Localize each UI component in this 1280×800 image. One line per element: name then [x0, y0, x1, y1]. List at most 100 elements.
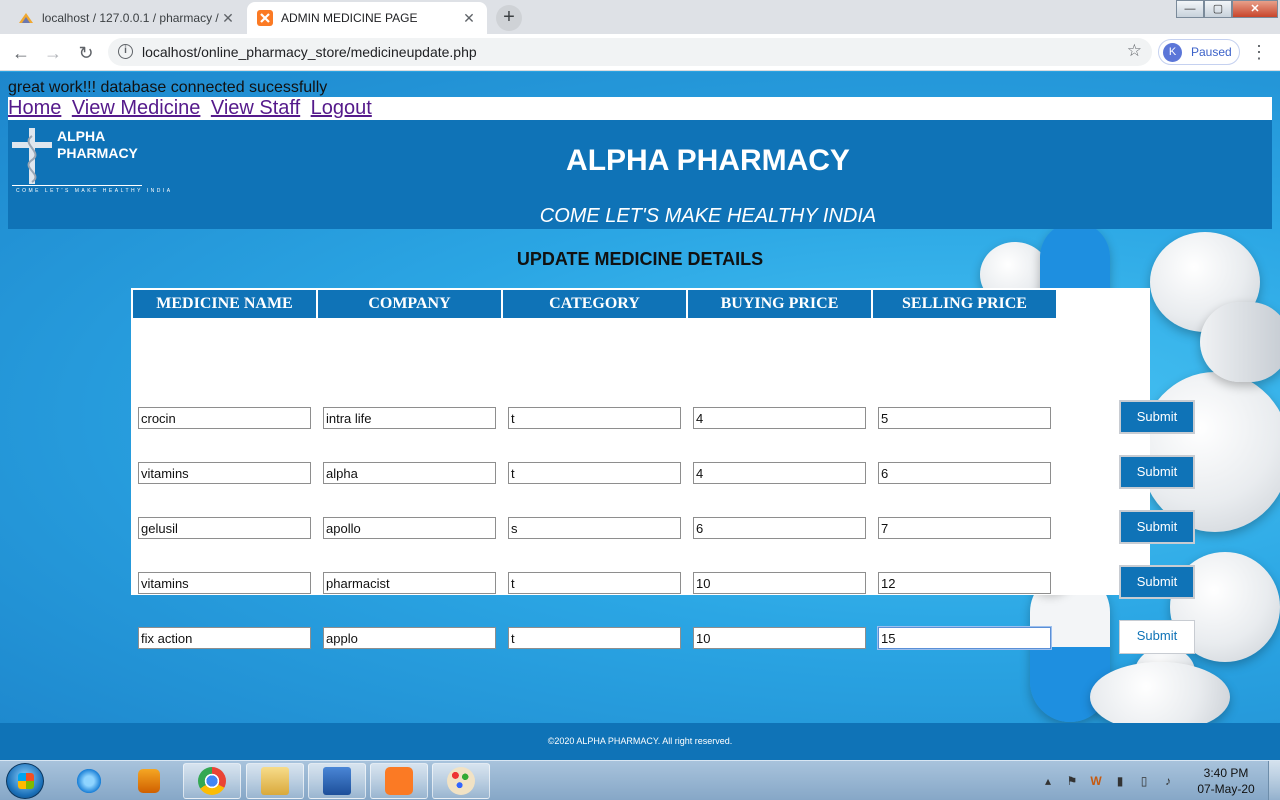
- category-input[interactable]: [508, 407, 681, 429]
- back-arrow-icon[interactable]: ←: [10, 42, 32, 64]
- db-status-message: great work!!! database connected sucessf…: [8, 79, 328, 96]
- word-icon: [323, 767, 351, 795]
- submit-button[interactable]: Submit: [1119, 620, 1195, 654]
- show-desktop-button[interactable]: [1268, 761, 1280, 800]
- volume-icon[interactable]: ♪: [1160, 773, 1176, 789]
- nav-view-medicine-link[interactable]: View Medicine: [72, 97, 201, 119]
- bookmark-star-icon[interactable]: ☆: [1127, 41, 1142, 61]
- network-icon[interactable]: ▮: [1112, 773, 1128, 789]
- tab-title: localhost / 127.0.0.1 / pharmacy / ...: [42, 11, 220, 25]
- minimize-button[interactable]: —: [1176, 0, 1204, 18]
- url-text[interactable]: localhost/online_pharmacy_store/medicine…: [142, 44, 477, 60]
- submit-button[interactable]: Submit: [1119, 455, 1195, 489]
- taskbar-chrome[interactable]: [183, 763, 241, 799]
- selling-price-input[interactable]: [878, 627, 1051, 649]
- taskbar-file-explorer[interactable]: [246, 763, 304, 799]
- maximize-button[interactable]: ▢: [1204, 0, 1232, 18]
- capsule-decoration: [1200, 302, 1280, 382]
- tab-admin-medicine[interactable]: ADMIN MEDICINE PAGE ✕: [247, 2, 487, 34]
- tab-close-icon[interactable]: ✕: [461, 10, 477, 27]
- selling-price-input[interactable]: [878, 517, 1051, 539]
- site-header: ALPHA PHARMACY COME LET'S MAKE HEALTHY I…: [8, 120, 1272, 229]
- start-button[interactable]: [6, 763, 44, 799]
- site-tagline: COME LET'S MAKE HEALTHY INDIA: [539, 205, 877, 227]
- tab-phpmyadmin[interactable]: localhost / 127.0.0.1 / pharmacy / ... ✕: [8, 2, 246, 34]
- company-input[interactable]: [323, 572, 496, 594]
- buying-price-input[interactable]: [693, 462, 866, 484]
- new-tab-button[interactable]: +: [496, 5, 522, 31]
- tab-close-icon[interactable]: ✕: [220, 10, 236, 27]
- column-header: MEDICINE NAME: [133, 290, 316, 318]
- system-tray: ▴ ⚑ W ▮ ▯ ♪: [1040, 771, 1184, 791]
- site-info-icon[interactable]: i: [118, 44, 133, 59]
- nav-logout-link[interactable]: Logout: [311, 97, 372, 119]
- company-input[interactable]: [323, 517, 496, 539]
- medicine-name-input[interactable]: [138, 517, 311, 539]
- medicine-name-input[interactable]: [138, 462, 311, 484]
- taskbar-media-player[interactable]: [120, 763, 178, 799]
- address-bar[interactable]: i localhost/online_pharmacy_store/medici…: [108, 38, 1152, 66]
- taskbar-word[interactable]: [308, 763, 366, 799]
- window-controls: — ▢ ✕: [1176, 0, 1278, 18]
- xampp-icon: [385, 767, 413, 795]
- phpmyadmin-icon: [19, 13, 33, 23]
- action-center-flag-icon[interactable]: ⚑: [1064, 773, 1080, 789]
- nav-home-link[interactable]: Home: [8, 97, 61, 119]
- category-input[interactable]: [508, 462, 681, 484]
- table-row: Submit: [131, 400, 1195, 437]
- xampp-icon: [257, 10, 273, 26]
- company-input[interactable]: [323, 407, 496, 429]
- medicine-name-input[interactable]: [138, 627, 311, 649]
- browser-toolbar: ← → ↻ i localhost/online_pharmacy_store/…: [0, 34, 1280, 71]
- site-title: ALPHA PHARMACY: [566, 144, 850, 177]
- buying-price-input[interactable]: [693, 517, 866, 539]
- profile-status: Paused: [1191, 45, 1232, 59]
- show-hidden-icons-icon[interactable]: ▴: [1040, 773, 1056, 789]
- buying-price-input[interactable]: [693, 627, 866, 649]
- column-header: BUYING PRICE: [688, 290, 871, 318]
- browser-tab-strip: localhost / 127.0.0.1 / pharmacy / ... ✕…: [0, 0, 1280, 34]
- selling-price-input[interactable]: [878, 407, 1051, 429]
- tab-title: ADMIN MEDICINE PAGE: [281, 11, 418, 25]
- buying-price-input[interactable]: [693, 572, 866, 594]
- table-row: Submit: [131, 510, 1195, 547]
- close-window-button[interactable]: ✕: [1232, 0, 1278, 18]
- taskbar-clock[interactable]: 3:40 PM 07-May-20: [1190, 765, 1262, 797]
- column-header: COMPANY: [318, 290, 501, 318]
- windows-taskbar: ▴ ⚑ W ▮ ▯ ♪ 3:40 PM 07-May-20: [0, 760, 1280, 800]
- column-header: SELLING PRICE: [873, 290, 1056, 318]
- medicine-update-table: MEDICINE NAME COMPANY CATEGORY BUYING PR…: [131, 288, 1195, 654]
- pill-decoration: [1090, 662, 1230, 732]
- logo-text-line1: ALPHA: [57, 128, 106, 144]
- table-row: Submit: [131, 455, 1195, 492]
- submit-button[interactable]: Submit: [1119, 565, 1195, 599]
- submit-button[interactable]: Submit: [1119, 400, 1195, 434]
- medicine-name-input[interactable]: [138, 572, 311, 594]
- reload-icon[interactable]: ↻: [75, 42, 97, 64]
- category-input[interactable]: [508, 627, 681, 649]
- office-icon[interactable]: W: [1088, 773, 1104, 789]
- taskbar-xampp[interactable]: [370, 763, 428, 799]
- medicine-name-input[interactable]: [138, 407, 311, 429]
- selling-price-input[interactable]: [878, 462, 1051, 484]
- power-icon[interactable]: ▯: [1136, 773, 1152, 789]
- buying-price-input[interactable]: [693, 407, 866, 429]
- column-header: CATEGORY: [503, 290, 686, 318]
- page-title: UPDATE MEDICINE DETAILS: [516, 249, 764, 269]
- category-input[interactable]: [508, 572, 681, 594]
- table-row: Submit: [131, 620, 1195, 657]
- internet-explorer-icon: [75, 767, 103, 795]
- company-input[interactable]: [323, 627, 496, 649]
- browser-menu-icon[interactable]: ⋮: [1250, 42, 1268, 62]
- nav-view-staff-link[interactable]: View Staff: [211, 97, 300, 119]
- windows-logo-icon: [18, 773, 34, 789]
- taskbar-internet-explorer[interactable]: [60, 763, 118, 799]
- forward-arrow-icon[interactable]: →: [42, 42, 64, 64]
- selling-price-input[interactable]: [878, 572, 1051, 594]
- category-input[interactable]: [508, 517, 681, 539]
- submit-button[interactable]: Submit: [1119, 510, 1195, 544]
- chrome-icon: [198, 767, 226, 795]
- profile-button[interactable]: K Paused: [1158, 39, 1240, 65]
- company-input[interactable]: [323, 462, 496, 484]
- taskbar-paint[interactable]: [432, 763, 490, 799]
